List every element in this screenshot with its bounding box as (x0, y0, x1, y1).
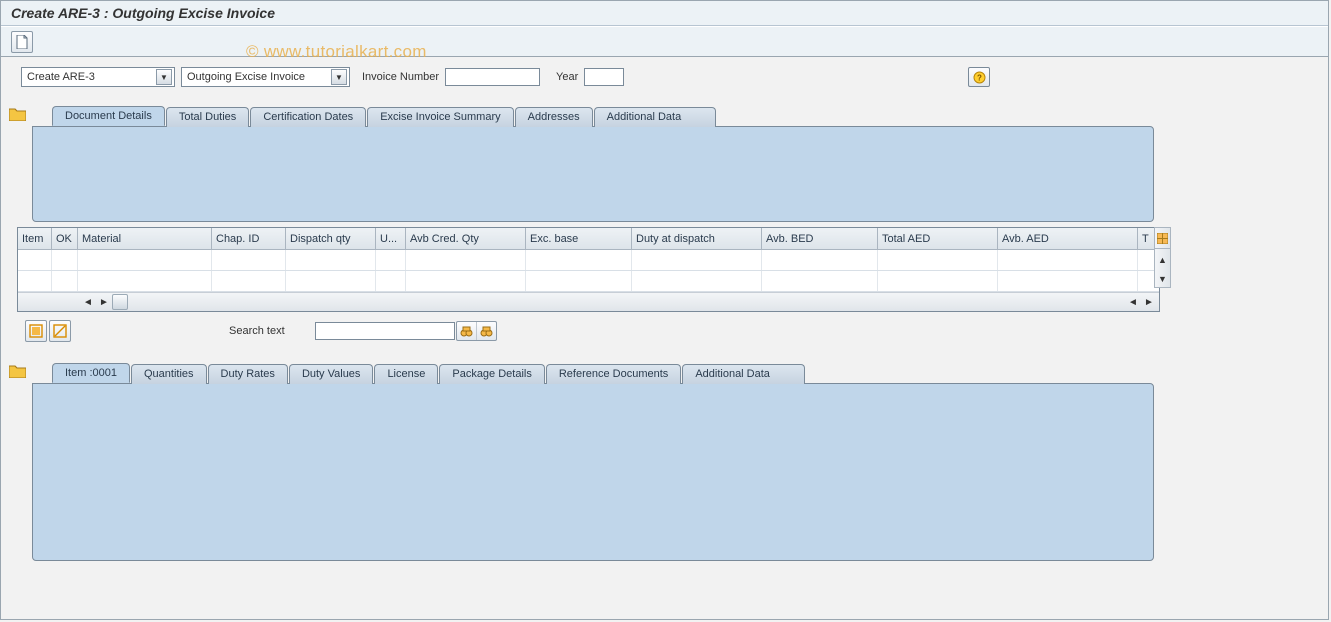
scroll-right-icon[interactable]: ► (1141, 294, 1157, 310)
header-tabs: Document Details Total Duties Certificat… (52, 105, 1154, 125)
document-icon (16, 35, 28, 49)
tab-package-details[interactable]: Package Details (439, 364, 545, 384)
col-chap[interactable]: Chap. ID (212, 228, 286, 249)
find-buttons (456, 321, 497, 341)
col-avbbed[interactable]: Avb. BED (762, 228, 878, 249)
invoice-number-input[interactable] (445, 68, 540, 86)
select-all-button[interactable] (25, 320, 47, 342)
grid-vscrollbar[interactable]: ▲ ▼ (1154, 227, 1171, 288)
scroll-right-icon[interactable]: ► (96, 294, 112, 310)
col-avbcred[interactable]: Avb Cred. Qty (406, 228, 526, 249)
year-label: Year (556, 71, 578, 83)
item-tabpanel (32, 383, 1154, 561)
action-dropdown-label: Create ARE-3 (27, 71, 95, 83)
selection-row: Create ARE-3 ▼ Outgoing Excise Invoice ▼… (21, 67, 1320, 87)
col-material[interactable]: Material (78, 228, 212, 249)
scroll-thumb[interactable] (112, 294, 128, 310)
item-tabset: Item :0001 Quantities Duty Rates Duty Va… (32, 362, 1154, 560)
tab-certification-dates[interactable]: Certification Dates (250, 107, 366, 127)
col-avbaed[interactable]: Avb. AED (998, 228, 1138, 249)
col-dispqty[interactable]: Dispatch qty (286, 228, 376, 249)
grid-hscrollbar[interactable]: ◄ ► ◄ ► (18, 292, 1159, 311)
col-totalaed[interactable]: Total AED (878, 228, 998, 249)
col-u[interactable]: U... (376, 228, 406, 249)
header-tabset: Document Details Total Duties Certificat… (32, 105, 1154, 221)
find-next-button[interactable] (477, 322, 496, 340)
action-dropdown[interactable]: Create ARE-3 ▼ (21, 67, 175, 87)
table-row[interactable] (18, 271, 1159, 292)
chevron-down-icon: ▼ (331, 69, 347, 85)
scroll-up-icon[interactable]: ▲ (1155, 252, 1170, 268)
tab-total-duties[interactable]: Total Duties (166, 107, 249, 127)
item-tabs: Item :0001 Quantities Duty Rates Duty Va… (52, 362, 1154, 382)
search-text-input[interactable] (315, 322, 455, 340)
table-row[interactable] (18, 250, 1159, 271)
tab-quantities[interactable]: Quantities (131, 364, 207, 384)
app-toolbar (1, 26, 1328, 57)
tab-duty-rates[interactable]: Duty Rates (208, 364, 288, 384)
year-input[interactable] (584, 68, 624, 86)
help-button[interactable]: ? (968, 67, 990, 87)
grid-config-icon[interactable] (1155, 228, 1170, 249)
binoculars-next-icon (480, 325, 493, 338)
lightbulb-icon: ? (973, 71, 986, 84)
grid-toolbar: Search text (25, 320, 1320, 342)
tab-duty-values[interactable]: Duty Values (289, 364, 374, 384)
invoice-number-label: Invoice Number (362, 71, 439, 83)
items-grid[interactable]: Item OK Material Chap. ID Dispatch qty U… (17, 227, 1160, 312)
tab-license[interactable]: License (374, 364, 438, 384)
items-grid-header: Item OK Material Chap. ID Dispatch qty U… (18, 228, 1159, 250)
select-all-icon (29, 324, 43, 338)
col-excbase[interactable]: Exc. base (526, 228, 632, 249)
table-settings-icon (1157, 233, 1168, 244)
chevron-down-icon: ▼ (156, 69, 172, 85)
col-ok[interactable]: OK (52, 228, 78, 249)
items-grid-body (18, 250, 1159, 292)
tab-excise-invoice-summary[interactable]: Excise Invoice Summary (367, 107, 513, 127)
svg-text:?: ? (977, 73, 982, 82)
tab-reference-documents[interactable]: Reference Documents (546, 364, 681, 384)
tab-additional-data[interactable]: Additional Data (594, 107, 717, 127)
scroll-left-icon[interactable]: ◄ (1125, 294, 1141, 310)
tab-item[interactable]: Item :0001 (52, 363, 130, 383)
folder-icon (9, 364, 26, 378)
scroll-left-icon[interactable]: ◄ (80, 294, 96, 310)
folder-icon (9, 107, 26, 121)
tab-additional-data-item[interactable]: Additional Data (682, 364, 805, 384)
page-title: Create ARE-3 : Outgoing Excise Invoice (1, 1, 1328, 26)
col-item[interactable]: Item (18, 228, 52, 249)
deselect-all-button[interactable] (49, 320, 71, 342)
doc-type-dropdown[interactable]: Outgoing Excise Invoice ▼ (181, 67, 350, 87)
tab-addresses[interactable]: Addresses (515, 107, 593, 127)
header-tabpanel (32, 126, 1154, 222)
collapse-item-button[interactable] (9, 364, 26, 381)
search-text-label: Search text (229, 325, 285, 337)
binoculars-icon (460, 325, 473, 338)
new-document-button[interactable] (11, 31, 33, 53)
items-grid-wrap: Item OK Material Chap. ID Dispatch qty U… (17, 227, 1171, 312)
collapse-header-button[interactable] (9, 107, 26, 124)
doc-type-dropdown-label: Outgoing Excise Invoice (187, 71, 305, 83)
scroll-down-icon[interactable]: ▼ (1155, 271, 1170, 287)
col-dutydisp[interactable]: Duty at dispatch (632, 228, 762, 249)
tab-document-details[interactable]: Document Details (52, 106, 165, 126)
deselect-all-icon (53, 324, 67, 338)
find-button[interactable] (457, 322, 477, 340)
